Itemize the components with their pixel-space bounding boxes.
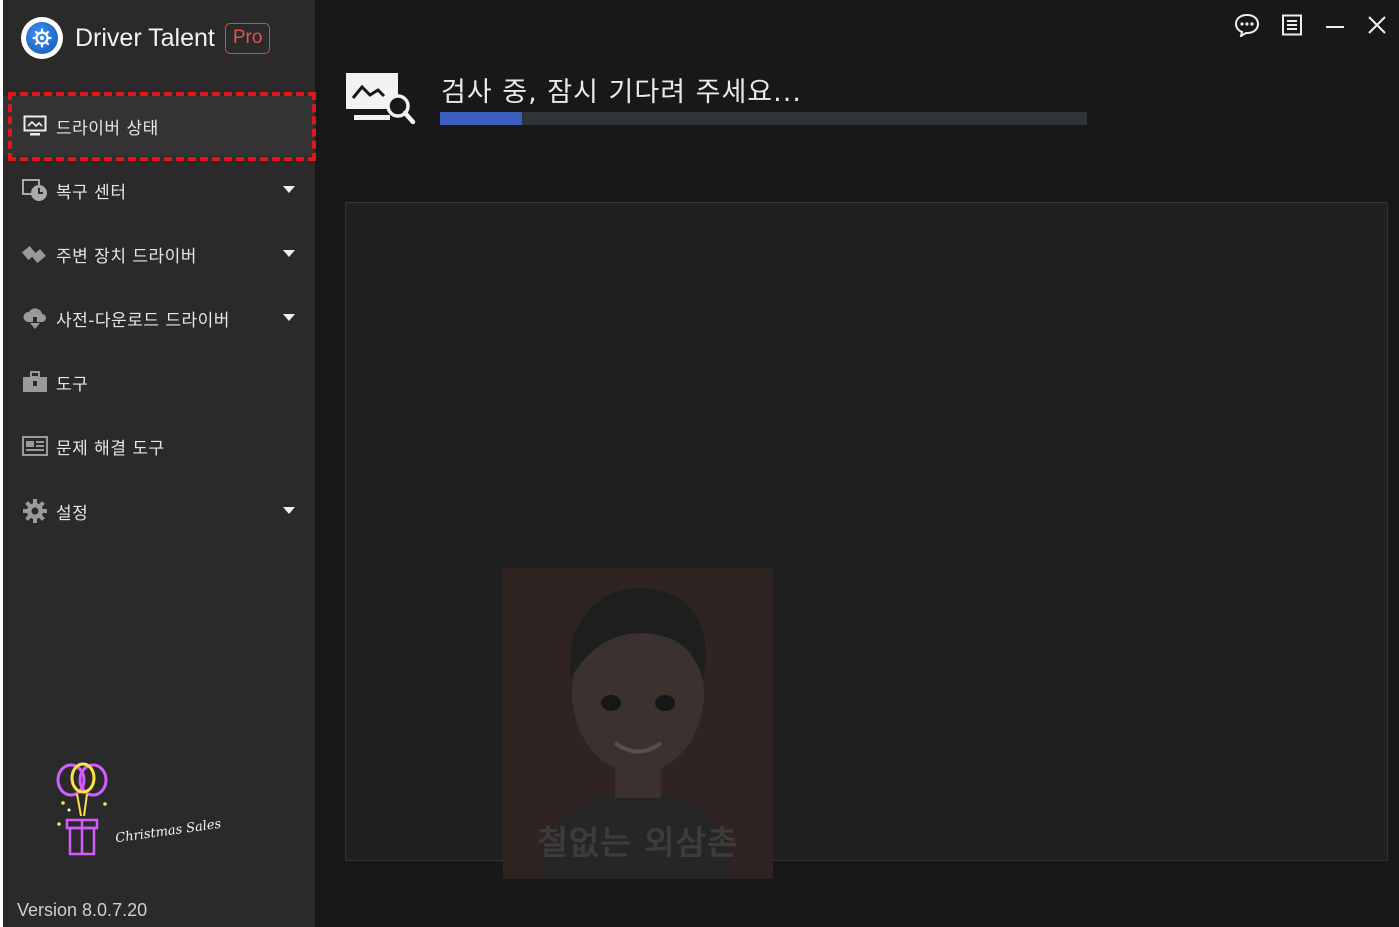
- sidebar-item-label: 주변 장치 드라이버: [56, 246, 197, 267]
- scan-progress-bar: [440, 112, 1087, 125]
- sidebar-item-label: 문제 해결 도구: [56, 438, 165, 459]
- app-name: Driver Talent: [75, 23, 215, 52]
- troubleshoot-icon: [22, 433, 48, 459]
- menu-list-icon[interactable]: [1277, 10, 1307, 40]
- brand: Driver Talent Pro: [21, 16, 271, 60]
- chevron-down-icon[interactable]: [283, 314, 295, 321]
- sidebar-item-label: 설정: [56, 503, 89, 524]
- version-label: Version 8.0.7.20: [17, 900, 148, 920]
- peripheral-icon: [22, 241, 48, 267]
- toolbox-icon: [22, 369, 48, 395]
- sidebar-item-label: 복구 센터: [56, 182, 127, 203]
- gear-icon: [22, 498, 48, 524]
- sidebar: Driver Talent Pro 드라이버 상태 복구 센터 주변 장치 드라…: [3, 0, 316, 927]
- sidebar-item-peripheral-drivers[interactable]: 주변 장치 드라이버: [3, 224, 315, 284]
- restore-clock-icon: [22, 177, 48, 203]
- driver-talent-logo-icon: [21, 17, 63, 59]
- cloud-download-icon: [22, 305, 48, 331]
- monitor-icon: [22, 113, 48, 139]
- chevron-down-icon[interactable]: [283, 507, 295, 514]
- close-icon[interactable]: [1362, 10, 1392, 40]
- minimize-icon[interactable]: [1320, 10, 1350, 40]
- sidebar-item-label: 도구: [56, 374, 89, 395]
- christmas-sales-promo[interactable]: Christmas Sales: [47, 758, 247, 863]
- watermark-overlay: 철없는 외삼촌: [503, 568, 773, 879]
- watermark-text: 철없는 외삼촌: [537, 823, 739, 862]
- scan-progress-fill: [440, 112, 523, 125]
- chat-icon[interactable]: [1232, 10, 1262, 40]
- sidebar-item-restore-center[interactable]: 복구 센터: [3, 160, 315, 220]
- sidebar-item-settings[interactable]: 설정: [3, 481, 315, 541]
- sidebar-item-tools[interactable]: 도구: [3, 352, 315, 412]
- chevron-down-icon[interactable]: [283, 250, 295, 257]
- sidebar-item-label: 드라이버 상태: [56, 118, 159, 139]
- sidebar-item-predownload-drivers[interactable]: 사전-다운로드 드라이버: [3, 288, 315, 348]
- promo-text: Christmas Sales: [114, 816, 223, 847]
- scan-monitor-icon: [344, 70, 416, 130]
- sidebar-item-troubleshooting-tools[interactable]: 문제 해결 도구: [3, 416, 315, 476]
- balloon-gift-icon: [56, 762, 108, 856]
- pro-badge[interactable]: Pro: [224, 22, 271, 54]
- sidebar-item-label: 사전-다운로드 드라이버: [56, 310, 230, 331]
- scan-status-title: 검사 중, 잠시 기다려 주세요...: [441, 77, 802, 108]
- sidebar-item-driver-status[interactable]: 드라이버 상태: [3, 96, 315, 156]
- chevron-down-icon[interactable]: [283, 186, 295, 193]
- scan-results-panel: [345, 202, 1388, 861]
